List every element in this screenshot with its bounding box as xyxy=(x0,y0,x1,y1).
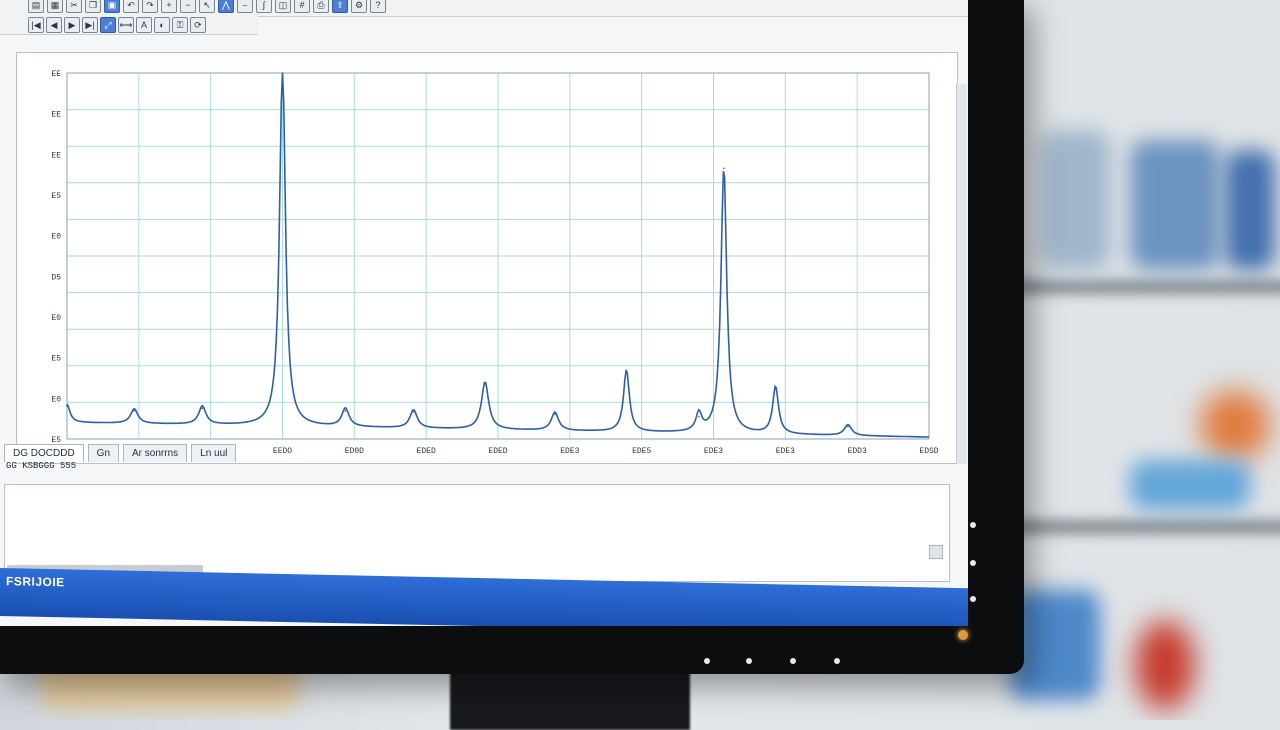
redo-icon[interactable]: ↷ xyxy=(142,0,158,13)
bezel-button[interactable] xyxy=(970,560,976,566)
panel-tabs: DG DOCDDD Gn Ar sonrrns Ln uul xyxy=(4,440,954,462)
spectrum-peak-point xyxy=(201,407,204,410)
undo-icon[interactable]: ↶ xyxy=(123,0,139,13)
first-icon[interactable]: |◀ xyxy=(28,17,44,33)
spectrum-chart[interactable]: E5E0E5E0D5E0E5EEEEEEEEDDCEDODSDOEEDOED0D… xyxy=(17,53,957,463)
background-shelf xyxy=(1010,520,1280,534)
monitor: ▤ ▦ ✂ ❐ ▣ ↶ ↷ + − ↖ ⋀ ⎯ ∫ ◫ # ⎙ ⇪ ⚙? |◀ ◀ ▶ ▶| ⤢ ⟷ A ◐ ⚿ ⟳ E5 E0 E5 E… xyxy=(0,0,1024,674)
integrate-icon[interactable]: ∫ xyxy=(256,0,272,13)
monitor-stand xyxy=(450,670,690,730)
scroll-right-button[interactable] xyxy=(929,545,943,559)
start-button[interactable]: FSRIJOIE xyxy=(6,574,65,589)
background-shelf xyxy=(1010,280,1280,294)
settings-icon[interactable]: ⚙ xyxy=(351,0,367,13)
bezel-button[interactable] xyxy=(790,658,796,664)
tab-0[interactable]: DG DOCDDD xyxy=(4,444,84,462)
spectrum-peak-point xyxy=(847,425,849,428)
prev-icon[interactable]: ◀ xyxy=(46,17,62,33)
cursor-icon[interactable]: ↖ xyxy=(199,0,215,13)
main-toolbar: ▤ ▦ ✂ ❐ ▣ ↶ ↷ + − ↖ ⋀ ⎯ ∫ ◫ # ⎙ ⇪ ⚙? xyxy=(0,0,968,17)
spectrum-peak-point xyxy=(66,405,68,407)
output-pane xyxy=(4,484,950,582)
y-tick-label: EE xyxy=(51,111,61,120)
background-bottle-red xyxy=(1135,620,1195,710)
y-tick-label: D5 xyxy=(51,273,61,282)
y-tick-label: E5 xyxy=(51,192,61,201)
y-tick-label: E0 xyxy=(51,395,61,404)
y-tick-label: E0 xyxy=(51,314,61,323)
y-tick-label: EE xyxy=(51,151,61,160)
zoom-out-icon[interactable]: − xyxy=(180,0,196,13)
bezel-button[interactable] xyxy=(704,658,710,664)
tab-1[interactable]: Gn xyxy=(87,444,120,462)
spectrum-peak-point xyxy=(625,370,628,373)
status-line: GG KSBGGG 555 xyxy=(6,461,77,471)
measure-icon[interactable]: ⟷ xyxy=(118,17,134,33)
open-folder-icon[interactable]: ▤ xyxy=(28,0,44,13)
bezel-button[interactable] xyxy=(970,522,976,528)
baseline-icon[interactable]: ⎯ xyxy=(237,0,253,13)
overlay-icon[interactable]: ◫ xyxy=(275,0,291,13)
lock-icon[interactable]: ⚿ xyxy=(172,17,188,33)
tab-3[interactable]: Ln uul xyxy=(191,444,237,462)
spectrum-plot-panel[interactable]: E5E0E5E0D5E0E5EEEEEEEEDDCEDODSDOEEDOED0D… xyxy=(16,52,958,464)
spectrum-peak-point xyxy=(344,409,347,412)
help-icon[interactable]: ? xyxy=(370,0,386,13)
grid-icon[interactable]: # xyxy=(294,0,310,13)
next-icon[interactable]: ▶ xyxy=(64,17,80,33)
label-icon[interactable]: A xyxy=(136,17,152,33)
bezel-button[interactable] xyxy=(746,658,752,664)
fit-icon[interactable]: ⤢ xyxy=(100,17,116,33)
screen: ▤ ▦ ✂ ❐ ▣ ↶ ↷ + − ↖ ⋀ ⎯ ∫ ◫ # ⎙ ⇪ ⚙? |◀ ◀ ▶ ▶| ⤢ ⟷ A ◐ ⚿ ⟳ E5 E0 E5 E… xyxy=(0,0,968,626)
y-tick-label: EE xyxy=(51,70,61,79)
power-indicator-icon xyxy=(958,630,968,640)
y-tick-label: E0 xyxy=(51,233,61,242)
cut-icon[interactable]: ✂ xyxy=(66,0,82,13)
save-icon[interactable]: ▦ xyxy=(47,0,63,13)
secondary-toolbar: |◀ ◀ ▶ ▶| ⤢ ⟷ A ◐ ⚿ ⟳ xyxy=(0,16,258,35)
last-icon[interactable]: ▶| xyxy=(82,17,98,33)
refresh-icon[interactable]: ⟳ xyxy=(190,17,206,33)
spectrum-peak-point xyxy=(554,413,556,416)
y-tick-label: E5 xyxy=(51,355,61,364)
background-flask xyxy=(1200,390,1270,460)
tab-2[interactable]: Ar sonrrns xyxy=(123,444,188,462)
background-bottle xyxy=(1040,130,1110,270)
spectrum-peak-point xyxy=(484,383,486,385)
background-tray xyxy=(1130,460,1250,510)
background-bottle xyxy=(1130,140,1220,270)
background-bottle xyxy=(1225,150,1275,270)
spectrum-peak-point xyxy=(133,410,136,412)
spectrum-peak-point xyxy=(774,388,777,390)
print-icon[interactable]: ⎙ xyxy=(313,0,329,13)
bezel-button[interactable] xyxy=(834,658,840,664)
spectrum-peak-point xyxy=(412,411,415,413)
plot-vertical-scrollbar[interactable] xyxy=(956,84,967,464)
paste-icon[interactable]: ▣ xyxy=(104,0,120,13)
color-icon[interactable]: ◐ xyxy=(154,17,170,33)
zoom-in-icon[interactable]: + xyxy=(161,0,177,13)
copy-icon[interactable]: ❐ xyxy=(85,0,101,13)
bezel-button[interactable] xyxy=(970,596,976,602)
peak-pick-icon[interactable]: ⋀ xyxy=(218,0,234,13)
spectrum-peak-point xyxy=(281,72,284,74)
spectrum-peak-point xyxy=(723,167,725,170)
spectrum-peak-point xyxy=(698,415,700,418)
export-icon[interactable]: ⇪ xyxy=(332,0,348,13)
